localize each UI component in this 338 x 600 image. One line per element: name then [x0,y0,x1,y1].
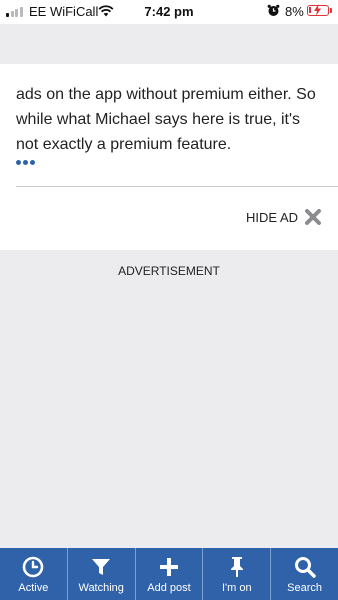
close-icon [305,209,321,225]
more-options-icon[interactable] [16,160,35,165]
tab-active[interactable]: Active [0,548,68,600]
hide-ad-button[interactable]: HIDE AD [246,208,322,226]
tab-label: Watching [78,582,124,594]
hide-ad-label: HIDE AD [245,209,298,225]
tab-label: Search [287,582,323,594]
status-bar: EE WiFiCall 7:42 pm 8% [0,0,338,24]
tab-bar: Active Watching Add post I'm on Search [0,548,338,600]
battery-icon [307,4,329,16]
tab-add-post[interactable]: Add post [136,548,204,600]
pin-icon [230,557,243,577]
filter-icon [92,559,111,575]
advertisement-label: ADVERTISEMENT [118,264,220,278]
tab-label: Add post [147,582,191,594]
divider [16,186,338,187]
tab-watching[interactable]: Watching [68,548,136,600]
tab-label: Active [18,582,49,594]
post-card: ads on the app without premium either. S… [0,64,338,250]
battery-percentage: 8% [285,4,304,19]
tab-im-on[interactable]: I'm on [203,548,272,600]
alarm-icon [267,4,280,16]
tab-label: I'm on [221,582,252,594]
tab-search[interactable]: Search [271,548,338,600]
plus-icon [159,558,178,576]
clock-icon [23,556,44,578]
search-icon [294,557,316,578]
post-text: ads on the app without premium either. S… [16,86,316,153]
battery-nub [330,8,332,13]
